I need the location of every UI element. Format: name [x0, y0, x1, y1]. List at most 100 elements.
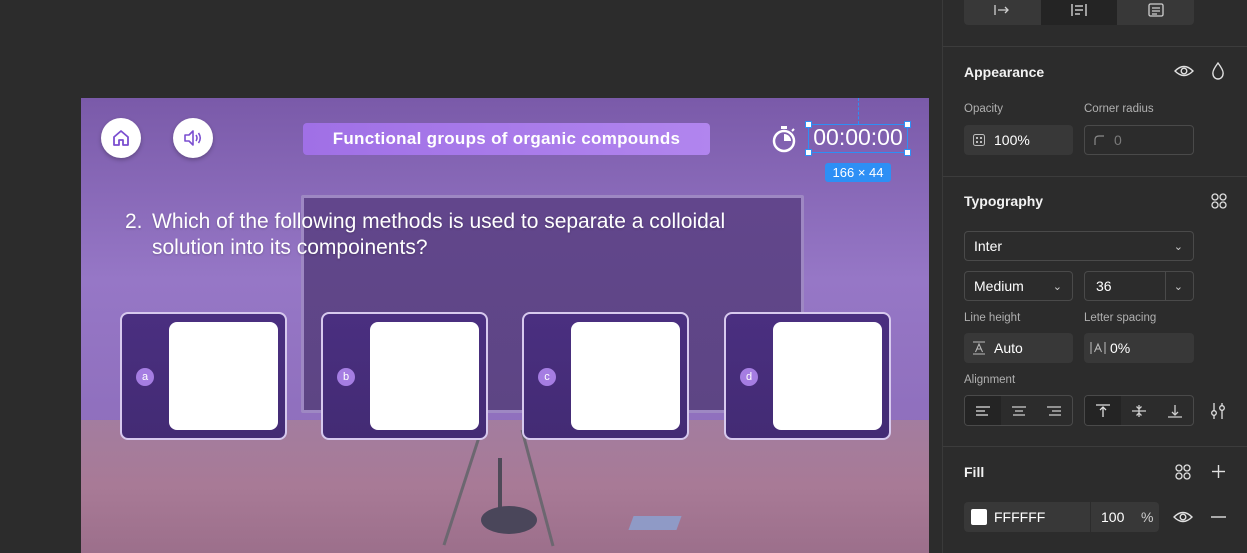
- alignment-label: Alignment: [964, 374, 1016, 386]
- corner-radius-field[interactable]: 0: [1084, 125, 1194, 155]
- align-left-option[interactable]: [965, 396, 1001, 425]
- opacity-label: Opacity: [964, 103, 1003, 115]
- selection-size-badge: 166 × 44: [825, 163, 891, 182]
- font-family-value: Inter: [974, 238, 1003, 254]
- fill-opacity-unit: %: [1141, 509, 1154, 525]
- divider: [1165, 272, 1166, 300]
- option-image: [370, 322, 479, 430]
- fill-hex-value: FFFFFF: [994, 509, 1046, 525]
- line-height-icon: [973, 341, 985, 355]
- opacity-value: 100%: [994, 132, 1030, 148]
- question-number: 2.: [125, 210, 143, 233]
- fill-swatch[interactable]: [971, 509, 987, 525]
- resize-handle[interactable]: [805, 149, 812, 156]
- corner-radius-label: Corner radius: [1084, 103, 1154, 115]
- fill-opacity-value: 100: [1101, 509, 1125, 525]
- text-resize-control: [964, 0, 1194, 25]
- divider: [1090, 502, 1091, 532]
- horizontal-align-control: [964, 395, 1073, 426]
- letter-spacing-value: 0%: [1110, 340, 1131, 356]
- line-height-label: Line height: [964, 312, 1021, 324]
- option-letter: b: [337, 368, 355, 386]
- home-icon: [113, 130, 129, 146]
- appearance-title: Appearance: [964, 64, 1045, 80]
- line-height-value: Auto: [994, 340, 1023, 356]
- option-image: [169, 322, 278, 430]
- chevron-down-icon: ⌄: [1173, 280, 1183, 293]
- game-title: Functional groups of organic compounds: [303, 123, 710, 155]
- option-letter: d: [740, 368, 758, 386]
- letter-spacing-label: Letter spacing: [1084, 312, 1157, 324]
- font-size-value: 36: [1096, 278, 1112, 294]
- letter-spacing-field[interactable]: 0%: [1084, 333, 1194, 363]
- line-height-field[interactable]: Auto: [964, 333, 1073, 363]
- resize-handle[interactable]: [904, 121, 911, 128]
- type-settings-icon[interactable]: [1210, 402, 1226, 420]
- align-middle-option[interactable]: [1121, 396, 1157, 425]
- option-letter: c: [538, 368, 556, 386]
- opacity-field[interactable]: 100%: [964, 125, 1073, 155]
- stopwatch-icon: [772, 126, 796, 153]
- corner-radius-icon: [1094, 135, 1104, 145]
- letter-spacing-icon: [1090, 342, 1106, 354]
- selection-guide: [858, 98, 859, 124]
- game-frame[interactable]: Functional groups of organic compounds 0…: [81, 98, 929, 553]
- align-middle-icon: [1132, 404, 1146, 417]
- sound-button[interactable]: [173, 118, 213, 158]
- divider: [943, 446, 1247, 447]
- resize-handle[interactable]: [904, 149, 911, 156]
- fill-color-field[interactable]: FFFFFF 100 %: [964, 502, 1159, 532]
- fill-visibility-icon[interactable]: [1173, 509, 1193, 525]
- design-canvas[interactable]: Functional groups of organic compounds 0…: [0, 0, 942, 553]
- align-center-option[interactable]: [1001, 396, 1037, 425]
- auto-width-icon: [994, 4, 1010, 15]
- fixed-size-icon: [1148, 2, 1164, 17]
- align-top-icon: [1096, 403, 1110, 417]
- paper-sheet: [628, 516, 682, 530]
- font-weight-select[interactable]: Medium ⌄: [964, 271, 1073, 301]
- font-weight-value: Medium: [974, 278, 1024, 294]
- home-button[interactable]: [101, 118, 141, 158]
- align-center-icon: [1011, 405, 1026, 416]
- corner-radius-placeholder: 0: [1114, 132, 1122, 148]
- divider: [943, 46, 1247, 47]
- option-card-c[interactable]: c: [522, 312, 689, 440]
- speaker-icon: [184, 130, 202, 146]
- opacity-icon: [973, 134, 985, 146]
- align-top-option[interactable]: [1085, 396, 1121, 425]
- question-text: Which of the following methods is used t…: [152, 210, 726, 259]
- chevron-down-icon: ⌄: [1173, 240, 1183, 253]
- stand-pole: [498, 458, 502, 513]
- eye-icon[interactable]: [1174, 63, 1194, 79]
- font-size-select[interactable]: 36 ⌄: [1084, 271, 1194, 301]
- fill-styles-icon[interactable]: [1175, 464, 1191, 480]
- option-card-a[interactable]: a: [120, 312, 287, 440]
- align-bottom-option[interactable]: [1157, 396, 1193, 425]
- align-left-icon: [975, 405, 990, 416]
- fixed-size-option[interactable]: [1117, 0, 1194, 25]
- divider: [943, 176, 1247, 177]
- option-card-d[interactable]: d: [724, 312, 891, 440]
- typography-title: Typography: [964, 193, 1044, 209]
- font-family-select[interactable]: Inter ⌄: [964, 231, 1194, 261]
- option-image: [571, 322, 680, 430]
- align-right-icon: [1047, 405, 1062, 416]
- option-image: [773, 322, 882, 430]
- text-styles-icon[interactable]: [1211, 193, 1227, 209]
- align-right-option[interactable]: [1036, 396, 1072, 425]
- add-fill-icon[interactable]: [1211, 464, 1226, 479]
- remove-fill-icon[interactable]: [1211, 516, 1226, 518]
- auto-height-icon: [1071, 3, 1087, 16]
- blend-mode-icon[interactable]: [1211, 62, 1225, 80]
- align-bottom-icon: [1168, 404, 1182, 418]
- auto-height-option[interactable]: [1040, 0, 1118, 25]
- stand-base: [481, 506, 537, 534]
- option-card-b[interactable]: b: [321, 312, 488, 440]
- selection-box[interactable]: [808, 124, 908, 153]
- option-letter: a: [136, 368, 154, 386]
- auto-width-option[interactable]: [964, 0, 1041, 25]
- fill-title: Fill: [964, 464, 985, 480]
- chevron-down-icon: ⌄: [1052, 280, 1062, 293]
- resize-handle[interactable]: [805, 121, 812, 128]
- properties-panel: Appearance Opacity Corner radius 100% 0 …: [942, 0, 1247, 553]
